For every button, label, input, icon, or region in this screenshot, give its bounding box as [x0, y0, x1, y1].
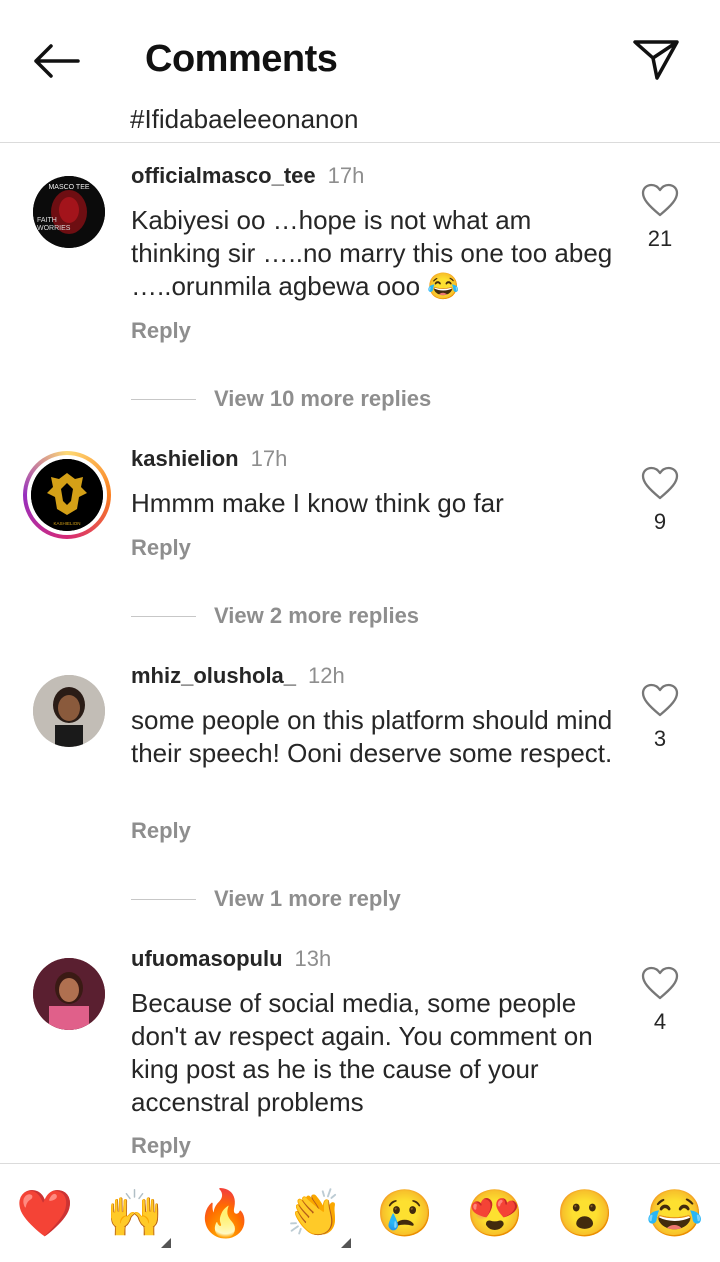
previous-comment-cutoff-text: #Ifidabaeleeonanon	[130, 104, 359, 134]
avatar[interactable]	[33, 675, 105, 747]
profile-photo	[33, 675, 105, 747]
username[interactable]: kashielion	[131, 446, 239, 471]
like-count: 4	[653, 1009, 667, 1034]
username[interactable]: ufuomasopulu	[131, 946, 283, 971]
header-bar: Comments #Ifidabaeleeonanon	[0, 0, 720, 143]
avatar-label: MASCO TEE	[48, 184, 89, 191]
like-count: 21	[647, 226, 673, 251]
heart-icon[interactable]	[640, 965, 680, 1001]
avatar: KASHIELION	[31, 459, 103, 531]
like-count: 9	[653, 509, 667, 534]
astonished-face-emoji-button[interactable]: 😮	[556, 1184, 614, 1242]
profile-photo	[33, 958, 105, 1030]
view-more-replies[interactable]: View 10 more replies	[131, 384, 431, 414]
heart-icon[interactable]	[640, 682, 680, 718]
view-more-label: View 2 more replies	[214, 603, 420, 628]
comment-text: Kabiyesi oo …hope is not what am thinkin…	[131, 205, 613, 301]
reply-button[interactable]: Reply	[131, 818, 191, 844]
skin-tone-indicator-icon	[341, 1238, 351, 1248]
timestamp: 12h	[308, 663, 345, 688]
fire-emoji-button[interactable]: 🔥	[196, 1184, 254, 1242]
reply-button[interactable]: Reply	[131, 535, 191, 561]
like-count: 3	[653, 726, 667, 751]
raising-hands-icon: 🙌	[106, 1187, 164, 1239]
heart-icon[interactable]	[640, 182, 680, 218]
clapping-hands-icon: 👏	[286, 1187, 344, 1239]
lion-logo-image: KASHIELION	[31, 459, 103, 531]
comment-text: Hmmm make I know think go far	[131, 488, 504, 518]
comment-header: officialmasco_tee 17h	[131, 163, 364, 189]
username[interactable]: officialmasco_tee	[131, 163, 316, 188]
arrow-left-icon	[34, 44, 80, 78]
timestamp: 17h	[327, 163, 365, 188]
view-more-replies[interactable]: View 1 more reply	[131, 884, 401, 914]
back-button[interactable]	[30, 38, 82, 84]
fire-icon: 🔥	[196, 1187, 254, 1239]
tears-of-joy-icon: 😂	[646, 1187, 704, 1239]
red-heart-icon: ❤️	[16, 1187, 74, 1239]
heart-icon[interactable]	[640, 465, 680, 501]
astonished-face-icon: 😮	[556, 1187, 614, 1239]
divider-line	[131, 398, 196, 400]
view-more-label: View 1 more reply	[214, 886, 401, 911]
heart-eyes-emoji-button[interactable]: 😍	[466, 1184, 524, 1242]
view-more-replies[interactable]: View 2 more replies	[131, 601, 419, 631]
reply-button[interactable]: Reply	[131, 1133, 191, 1159]
page-title: Comments	[145, 38, 338, 80]
share-button[interactable]	[630, 36, 682, 84]
divider-line	[131, 615, 196, 617]
paper-plane-icon	[633, 40, 679, 80]
timestamp: 13h	[294, 946, 332, 971]
comment-header: ufuomasopulu 13h	[131, 946, 331, 972]
comment-text: Because of social media, some people don…	[131, 988, 593, 1117]
view-more-label: View 10 more replies	[214, 386, 432, 411]
avatar-label: KASHIELION	[53, 521, 80, 526]
red-heart-emoji-button[interactable]: ❤️	[16, 1184, 74, 1242]
heart-eyes-icon: 😍	[466, 1187, 524, 1239]
divider-line	[131, 898, 196, 900]
comment-text: some people on this platform should mind…	[131, 705, 613, 768]
avatar-image: MASCO TEE FAITH WORRIES	[33, 176, 105, 248]
avatar[interactable]	[33, 958, 105, 1030]
avatar-label-3: WORRIES	[37, 225, 71, 232]
username[interactable]: mhiz_olushola_	[131, 663, 296, 688]
tears-of-joy-emoji-button[interactable]: 😂	[646, 1184, 704, 1242]
skin-tone-indicator-icon	[161, 1238, 171, 1248]
avatar[interactable]: MASCO TEE FAITH WORRIES	[33, 176, 105, 248]
timestamp: 17h	[250, 446, 288, 471]
reply-button[interactable]: Reply	[131, 318, 191, 344]
story-ring[interactable]: KASHIELION	[23, 451, 111, 539]
raising-hands-emoji-button[interactable]: 🙌	[106, 1184, 164, 1242]
comment-header: kashielion 17h	[131, 446, 287, 472]
story-ring-inner: KASHIELION	[27, 455, 107, 535]
comment-header: mhiz_olushola_ 12h	[131, 663, 345, 689]
crying-face-icon: 😢	[376, 1187, 434, 1239]
emoji-quick-bar: ❤️ 🙌 🔥 👏 😢 😍 😮 😂	[0, 1163, 720, 1262]
clapping-hands-emoji-button[interactable]: 👏	[286, 1184, 344, 1242]
avatar-label-2: FAITH	[37, 217, 57, 224]
crying-face-emoji-button[interactable]: 😢	[376, 1184, 434, 1242]
